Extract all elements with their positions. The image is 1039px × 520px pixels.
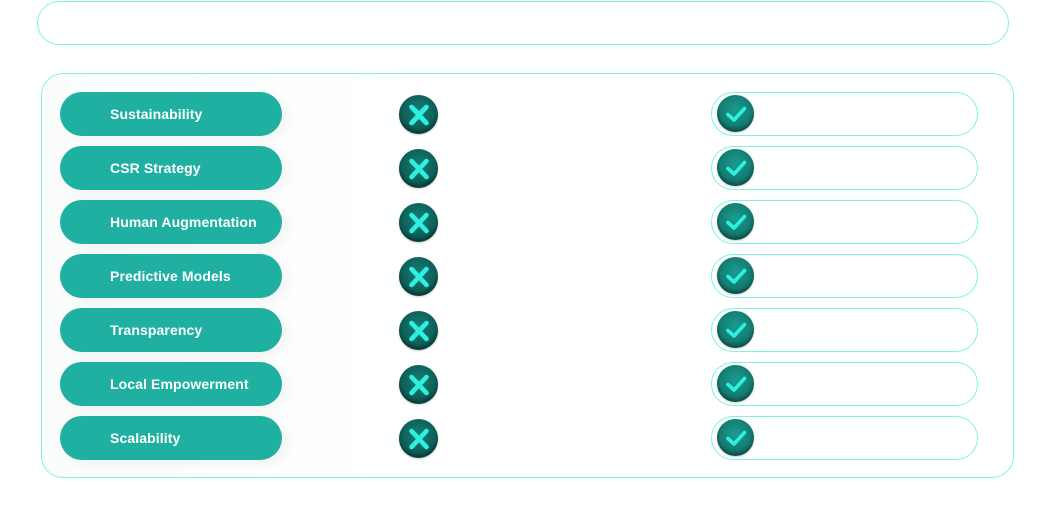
comparison-row: Predictive Models [0,254,1039,298]
check-icon [717,365,754,402]
comparison-rows: Sustainability CSR Strategy Human Augmen… [0,0,1039,520]
feature-label: Scalability [110,430,181,446]
feature-pill: Sustainability [60,92,282,136]
feature-label: Local Empowerment [110,376,249,392]
feature-pill: CSR Strategy [60,146,282,190]
feature-pill: Human Augmentation [60,200,282,244]
comparison-row: CSR Strategy [0,146,1039,190]
x-icon [399,149,438,188]
x-icon [399,365,438,404]
x-icon [399,419,438,458]
x-icon [399,311,438,350]
x-icon [399,203,438,242]
comparison-row: Local Empowerment [0,362,1039,406]
feature-pill: Transparency [60,308,282,352]
comparison-row: Sustainability [0,92,1039,136]
check-icon [717,257,754,294]
feature-label: Human Augmentation [110,214,257,230]
check-icon [717,149,754,186]
feature-label: Sustainability [110,106,203,122]
check-icon [717,95,754,132]
check-icon [717,419,754,456]
feature-label: CSR Strategy [110,160,201,176]
feature-pill: Local Empowerment [60,362,282,406]
comparison-row: Human Augmentation [0,200,1039,244]
comparison-row: Scalability [0,416,1039,460]
feature-label: Predictive Models [110,268,231,284]
x-icon [399,95,438,134]
x-icon [399,257,438,296]
feature-pill: Predictive Models [60,254,282,298]
check-icon [717,311,754,348]
feature-label: Transparency [110,322,203,338]
check-icon [717,203,754,240]
comparison-row: Transparency [0,308,1039,352]
feature-pill: Scalability [60,416,282,460]
